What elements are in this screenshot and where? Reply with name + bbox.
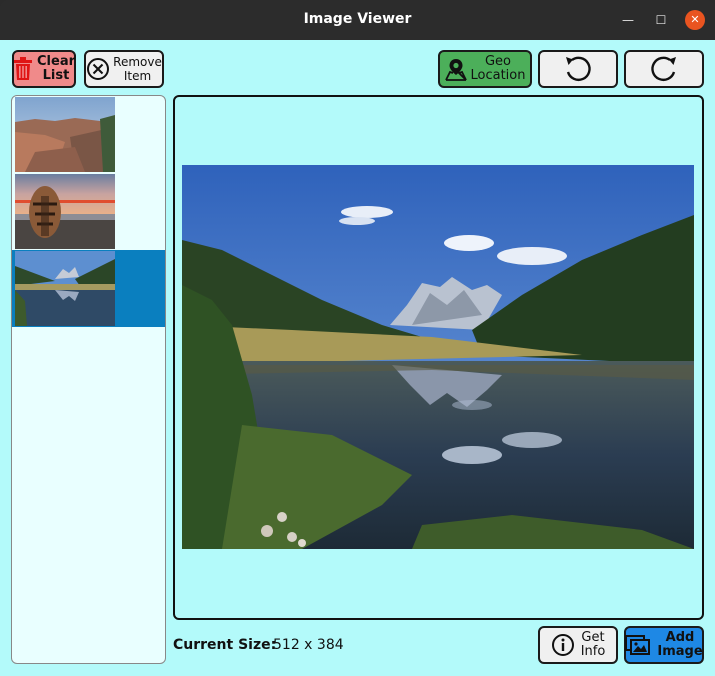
beach-sunset-thumbnail — [15, 174, 115, 249]
remove-label-line2: Item — [123, 69, 152, 83]
add-label-line1: Add — [665, 630, 695, 645]
current-size-value: 512 x 384 — [273, 637, 344, 653]
remove-item-button[interactable]: Remove Item — [84, 50, 164, 88]
geo-location-label: Geo Location — [471, 55, 526, 83]
get-info-label: Get Info — [581, 631, 606, 659]
rotate-right-button[interactable] — [624, 50, 704, 88]
window-client-area: Clear List Remove Item Geo Location Curr… — [0, 40, 715, 676]
rotate-left-icon — [562, 53, 594, 85]
images-icon — [625, 634, 651, 656]
geo-label-line2: Location — [470, 68, 526, 83]
title-bar: Image Viewer — ☐ ✕ — [0, 0, 715, 40]
clear-list-button[interactable]: Clear List — [12, 50, 76, 88]
clear-label-line2: List — [42, 68, 70, 83]
current-size-label: Current Size: — [173, 637, 277, 653]
info-label-line1: Get — [581, 630, 605, 645]
minimize-button[interactable]: — — [619, 11, 637, 29]
trash-icon — [13, 57, 33, 81]
image-viewer-panel — [173, 95, 704, 620]
image-list[interactable] — [11, 95, 166, 664]
list-item-beach-sunset[interactable] — [12, 173, 165, 250]
mountain-lake-thumbnail — [15, 251, 115, 326]
add-label-line2: Image — [657, 644, 703, 659]
remove-label-line1: Remove — [113, 55, 162, 69]
current-image — [182, 165, 694, 549]
circle-x-icon — [86, 57, 110, 81]
info-label-line2: Info — [580, 644, 606, 659]
close-button[interactable]: ✕ — [685, 10, 705, 30]
window-title: Image Viewer — [303, 11, 412, 27]
rotate-right-icon — [648, 53, 680, 85]
rotate-left-button[interactable] — [538, 50, 618, 88]
canyon-thumbnail — [15, 97, 115, 172]
add-image-label: Add Image — [657, 631, 702, 659]
maximize-button[interactable]: ☐ — [652, 11, 670, 29]
list-item-canyon[interactable] — [12, 96, 165, 173]
list-item-mountain-lake[interactable] — [12, 250, 165, 327]
geo-label-line1: Geo — [484, 54, 511, 69]
remove-item-label: Remove Item — [113, 55, 162, 83]
clear-label-line1: Clear — [37, 54, 75, 69]
get-info-button[interactable]: Get Info — [538, 626, 618, 664]
clear-list-label: Clear List — [37, 55, 75, 83]
map-pin-icon — [444, 57, 467, 81]
info-icon — [551, 633, 575, 657]
geo-location-button[interactable]: Geo Location — [438, 50, 532, 88]
add-image-button[interactable]: Add Image — [624, 626, 704, 664]
